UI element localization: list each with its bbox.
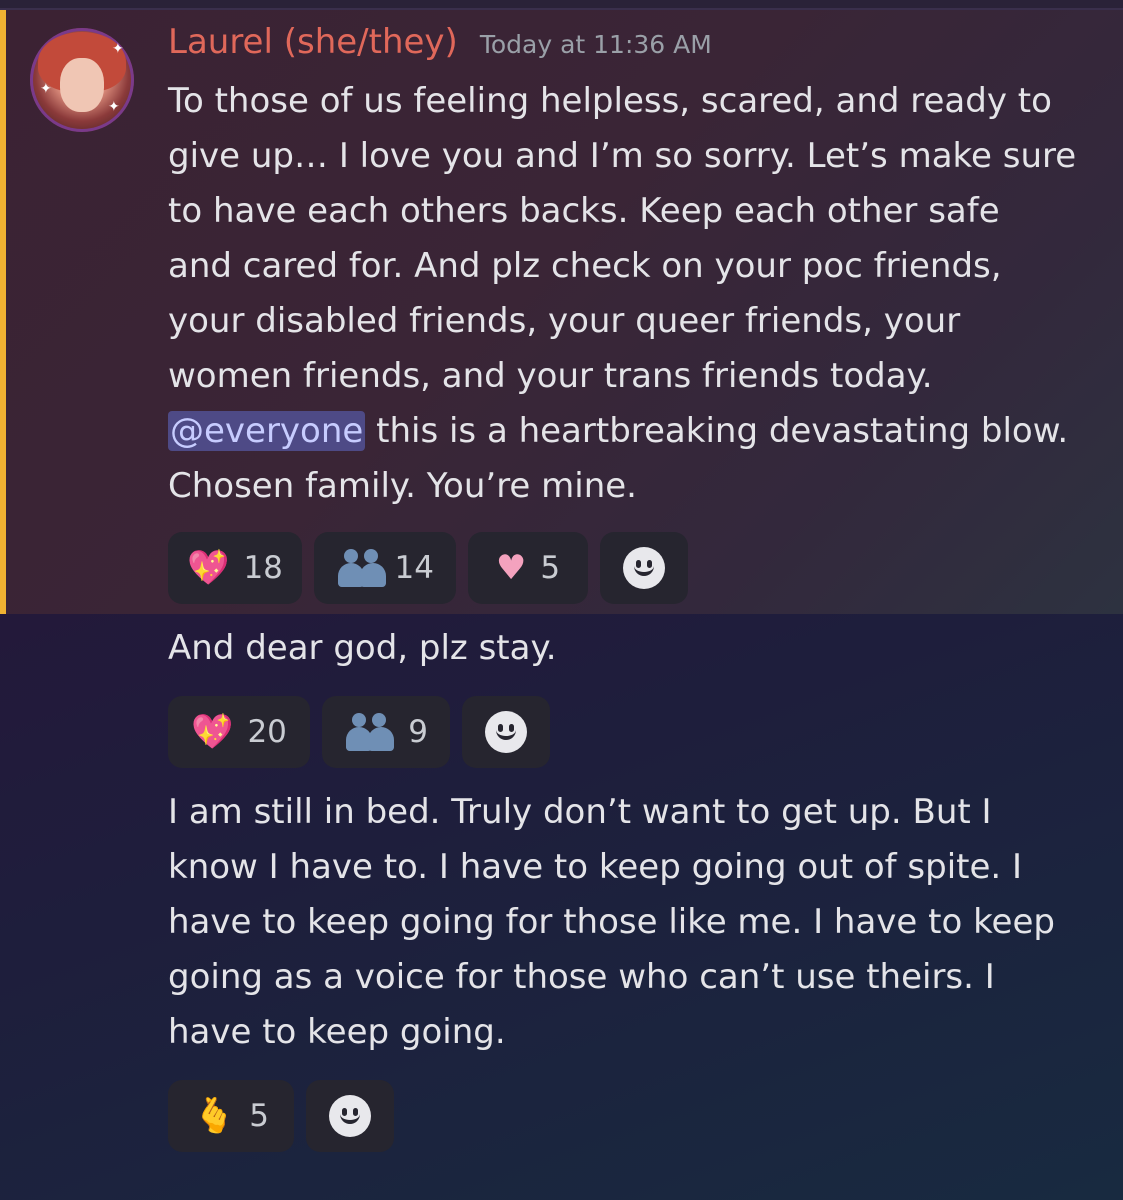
message-line: @everyone this is a heartbreaking devast… — [168, 404, 1108, 459]
reaction-people-hugging[interactable]: 9 — [322, 696, 450, 768]
message-line: have to keep going. — [168, 1012, 506, 1052]
message-content: And dear god, plz stay. — [168, 621, 1108, 676]
reaction-count: 14 — [394, 550, 434, 586]
message-line: And dear god, plz stay. — [168, 628, 557, 668]
message-line: I am still in bed. Truly don’t want to g… — [168, 792, 992, 832]
people-hugging-icon — [344, 713, 394, 751]
everyone-mention[interactable]: @everyone — [168, 411, 366, 451]
mention-indicator-bar — [0, 10, 6, 614]
smile-icon — [623, 547, 665, 589]
message-line: women friends, and your trans friends to… — [168, 356, 933, 396]
message-line: and cared for. And plz check on your poc… — [168, 246, 1002, 286]
message-content: I am still in bed. Truly don’t want to g… — [168, 785, 1108, 1060]
reaction-bar: 🫰 5 — [168, 1080, 394, 1152]
sparkling-heart-icon: 💖 — [187, 548, 230, 588]
message-header: Laurel (she/they) Today at 11:36 AM — [168, 22, 712, 70]
sparkle-icon: ✦ — [40, 81, 52, 97]
timestamp[interactable]: Today at 11:36 AM — [480, 30, 712, 59]
reaction-count: 9 — [408, 714, 428, 750]
message-content: To those of us feeling helpless, scared,… — [168, 74, 1108, 514]
reaction-count: 5 — [540, 550, 561, 586]
sparkle-icon: ✦ — [112, 41, 124, 57]
avatar[interactable]: ✦ ✦ ✦ — [30, 28, 134, 132]
reaction-heart[interactable]: ♥ 5 — [468, 532, 588, 604]
reaction-finger-heart[interactable]: 🫰 5 — [168, 1080, 294, 1152]
heart-icon: ♥ — [495, 548, 527, 588]
add-reaction-button[interactable] — [462, 696, 550, 768]
message-line: going as a voice for those who can’t use… — [168, 957, 995, 997]
message-line: your disabled friends, your queer friend… — [168, 301, 961, 341]
reaction-sparkling-heart[interactable]: 💖 18 — [168, 532, 302, 604]
people-hugging-icon — [336, 549, 386, 587]
reaction-count: 5 — [249, 1098, 270, 1134]
message-line: Chosen family. You’re mine. — [168, 466, 637, 506]
message-line: know I have to. I have to keep going out… — [168, 847, 1023, 887]
smile-icon — [329, 1095, 371, 1137]
reaction-bar: 💖 20 9 — [168, 696, 550, 768]
message-line: have to keep going for those like me. I … — [168, 902, 1055, 942]
message-text: this is a heartbreaking devastating blow… — [365, 411, 1069, 451]
message-line: to have each others backs. Keep each oth… — [168, 191, 1000, 231]
sparkle-icon: ✦ — [108, 99, 120, 115]
reaction-sparkling-heart[interactable]: 💖 20 — [168, 696, 310, 768]
username[interactable]: Laurel (she/they) — [168, 22, 458, 62]
reaction-count: 20 — [247, 714, 287, 750]
message-line: give up… I love you and I’m so sorry. Le… — [168, 136, 1077, 176]
add-reaction-button[interactable] — [600, 532, 688, 604]
sparkling-heart-icon: 💖 — [191, 712, 234, 752]
reaction-people-hugging[interactable]: 14 — [314, 532, 456, 604]
avatar-face — [60, 58, 104, 112]
smile-icon — [485, 711, 527, 753]
add-reaction-button[interactable] — [306, 1080, 394, 1152]
reaction-bar: 💖 18 14 ♥ 5 — [168, 532, 688, 604]
reaction-count: 18 — [243, 550, 283, 586]
message-line: To those of us feeling helpless, scared,… — [168, 81, 1052, 121]
hand-with-index-finger-and-thumb-crossed-icon: 🫰 — [192, 1096, 236, 1136]
